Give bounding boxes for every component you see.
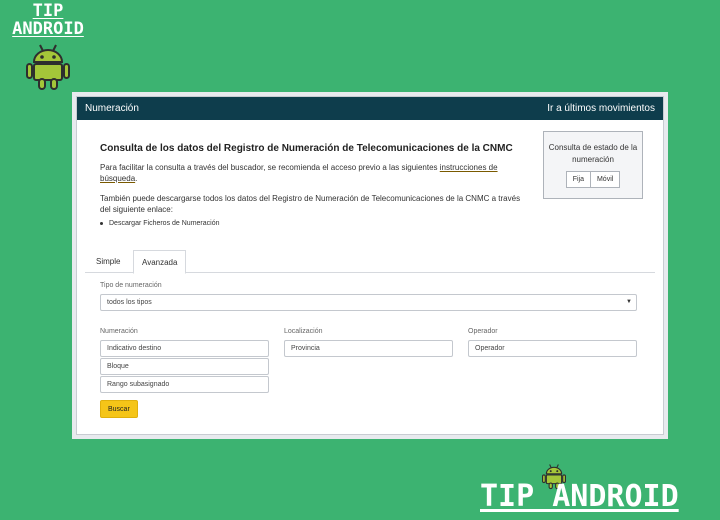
tipo-numeracion-label: Tipo de numeración (100, 282, 162, 289)
brand-tip-text: TIP (32, 1, 64, 21)
panel-inner: Numeración Ir a últimos movimientos Cons… (76, 96, 664, 435)
tipo-numeracion-value: todos los tipos (107, 299, 152, 306)
operador-input[interactable]: Operador (468, 340, 637, 357)
tab-simple[interactable]: Simple (88, 250, 128, 273)
intro-p1-end: . (135, 174, 138, 183)
numeracion-label: Numeración (100, 328, 138, 335)
estado-buttons: Fija Móvil (544, 171, 642, 188)
descargar-ficheros-link[interactable]: Descargar Ficheros de Numeración (109, 220, 220, 227)
android-robot-icon (26, 44, 70, 90)
rango-subasignado-input[interactable]: Rango subasignado (100, 376, 269, 393)
brand-bottom-right: TIP ANDROID (480, 462, 716, 518)
localizacion-label: Localización (284, 328, 323, 335)
estado-numeracion-box: Consulta de estado de la numeración Fija… (543, 131, 643, 199)
numeracion-panel: Numeración Ir a últimos movimientos Cons… (72, 92, 668, 439)
estado-numeracion-label: Consulta de estado de la numeración (548, 143, 638, 164)
header-title: Numeración (85, 103, 139, 114)
operador-label: Operador (468, 328, 498, 335)
rango-subasignado-placeholder: Rango subasignado (107, 381, 170, 388)
brand-android-text: ANDROID (12, 19, 84, 39)
brand-top-left: TIP ANDROID (6, 2, 90, 90)
bullet-dot-icon (100, 222, 103, 225)
tipo-numeracion-select[interactable]: todos los tipos ▼ (100, 294, 637, 311)
tab-avanzada[interactable]: Avanzada (133, 250, 187, 274)
descargar-bullet: Descargar Ficheros de Numeración (100, 220, 220, 227)
intro-paragraph-1: Para facilitar la consulta a través del … (100, 162, 525, 184)
chevron-down-icon: ▼ (626, 299, 632, 305)
bloque-input[interactable]: Bloque (100, 358, 269, 375)
ultimos-movimientos-link[interactable]: Ir a últimos movimientos (547, 103, 655, 114)
fija-button[interactable]: Fija (565, 171, 591, 188)
panel-header: Numeración Ir a últimos movimientos (77, 97, 663, 120)
bloque-placeholder: Bloque (107, 363, 129, 370)
indicativo-destino-placeholder: Indicativo destino (107, 345, 162, 352)
provincia-input[interactable]: Provincia (284, 340, 453, 357)
intro-title: Consulta de los datos del Registro de Nu… (100, 143, 513, 154)
operador-placeholder: Operador (475, 345, 505, 352)
intro-p1-text: Para facilitar la consulta a través del … (100, 163, 440, 172)
buscar-button[interactable]: Buscar (100, 400, 138, 418)
search-tabs: Simple Avanzada (85, 250, 655, 274)
intro-paragraph-2: También puede descargarse todos los dato… (100, 194, 521, 214)
brand-tip-android-text: TIP ANDROID (480, 479, 679, 514)
movil-button[interactable]: Móvil (590, 171, 621, 188)
provincia-placeholder: Provincia (291, 345, 320, 352)
indicativo-destino-input[interactable]: Indicativo destino (100, 340, 269, 357)
